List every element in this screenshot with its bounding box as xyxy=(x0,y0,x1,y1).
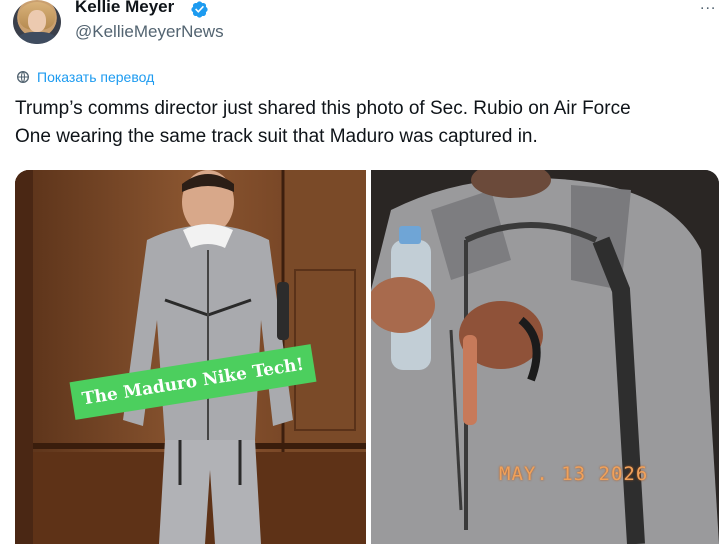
author-name[interactable]: Kellie Meyer xyxy=(75,0,174,17)
author-avatar[interactable] xyxy=(13,0,61,44)
tweet-text-line-2: One wearing the same track suit that Mad… xyxy=(15,126,538,147)
photo-left-illustration xyxy=(15,170,366,544)
tweet-text: Trump’s comms director just shared this … xyxy=(15,95,719,151)
more-options-button[interactable]: ... xyxy=(700,0,716,14)
tweet-photo-left[interactable] xyxy=(15,170,366,544)
photo-date-stamp: MAY. 13 2026 xyxy=(499,463,649,485)
avatar-body xyxy=(17,32,57,44)
tweet-photo-right[interactable] xyxy=(371,170,719,544)
globe-translate-icon xyxy=(17,71,29,83)
photo-right-illustration xyxy=(371,170,719,544)
avatar-face xyxy=(28,10,46,32)
verified-badge-icon xyxy=(191,1,208,18)
translate-link[interactable]: Показать перевод xyxy=(15,69,154,85)
tweet-text-line-1: Trump’s comms director just shared this … xyxy=(15,98,631,119)
author-handle[interactable]: @KellieMeyerNews xyxy=(75,22,224,42)
translate-label: Показать перевод xyxy=(37,69,155,85)
